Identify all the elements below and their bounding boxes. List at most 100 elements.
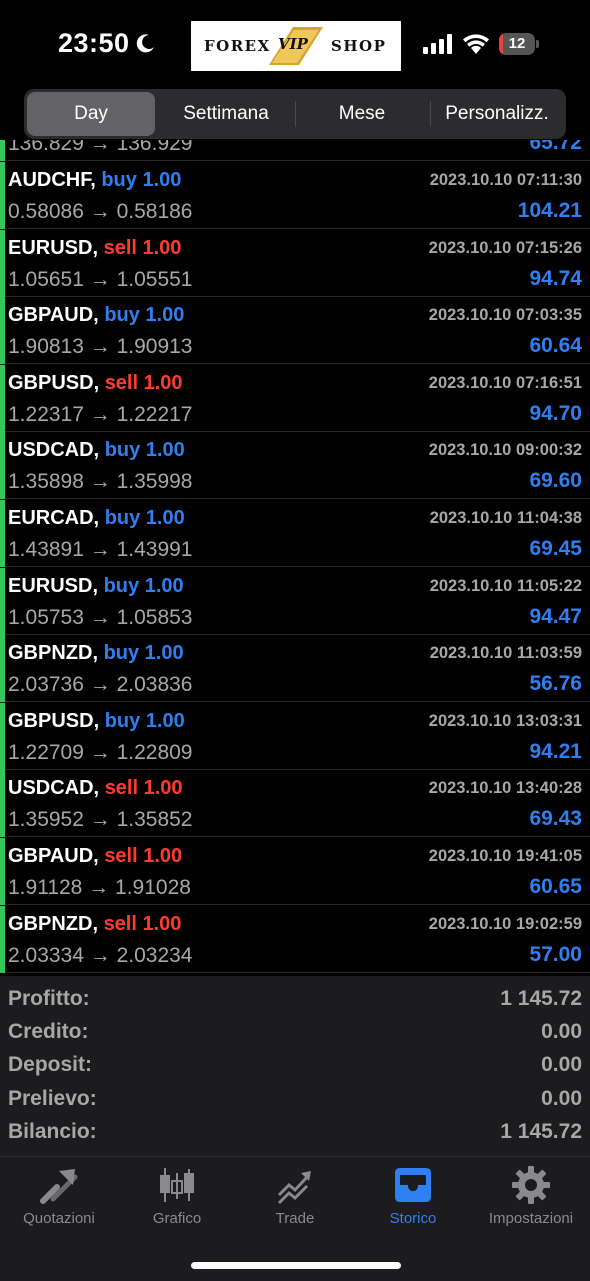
account-summary: Profitto: 1 145.72 Credito: 0.00 Deposit: 0.0… [0,976,590,1156]
table-row[interactable]: AUDCHF, buy 1.00 2023.10.10 07:11:30 0.580… [0,162,590,229]
trade-prices: 1.05753 → 1.05853 [8,605,193,629]
symbol-name: USDCAD, [8,439,100,462]
trade-symbol: GBPNZD, buy 1.00 [8,642,184,665]
profit-indicator-bar [0,162,5,229]
summary-line: Bilancio: 1 145.72 [0,1117,590,1150]
table-row[interactable]: USDCAD, sell 1.00 2023.10.10 13:40:28 1.35… [0,770,590,838]
table-row[interactable]: EURUSD, sell 1.00 2023.10.10 07:15:26 1.05… [0,229,590,297]
table-row[interactable]: GBPAUD, buy 1.00 2023.10.10 07:03:35 1.908… [0,297,590,365]
summary-line: Credito: 0.00 [0,1017,590,1050]
tab-settimana[interactable]: Settimana [159,92,293,136]
trade-datetime: 2023.10.10 07:03:35 [428,306,582,325]
symbol-name: USDCAD, [8,777,100,800]
battery-tip [536,40,539,48]
table-row[interactable]: USDCAD, buy 1.00 2023.10.10 09:00:32 1.358… [0,432,590,500]
trade-side: sell 1.00 [104,845,183,867]
profit-indicator-bar [0,364,5,432]
trade-prices: 1.05651 → 1.05551 [8,267,193,291]
tab-mese[interactable]: Mese [296,92,428,136]
signal-icon [423,34,452,54]
tab-quotazioni[interactable]: Quotazioni [0,1157,118,1237]
trade-datetime: 2023.10.10 13:03:31 [428,711,582,730]
symbol-name: EURCAD, [8,507,100,529]
summary-label: Credito: [8,1020,89,1044]
trade-datetime: 2023.10.10 07:11:30 [429,171,582,189]
tab-grafico[interactable]: Grafico [118,1157,236,1237]
trade-side: buy 1.00 [104,439,185,462]
trade-profit: 60.64 [529,334,582,358]
symbol-name: GBPUSD, [8,371,100,394]
summary-label: Bilancio: [8,1119,97,1143]
settings-icon [512,1166,550,1204]
tab-impostazioni[interactable]: Impostazioni [472,1157,590,1237]
profit-indicator-bar [0,770,5,838]
trade-profit: 104.21 [517,199,582,222]
table-row[interactable]: GBPNZD, buy 1.00 2023.10.10 11:03:59 2.037… [0,635,590,703]
trade-side: buy 1.00 [104,709,185,732]
tab-label: Quotazioni [23,1210,95,1227]
trade-profit: 94.74 [529,266,582,290]
table-row[interactable]: GBPNZD, sell 1.00 2023.10.10 19:02:59 2.03… [0,905,590,973]
trade-symbol: USDCAD, sell 1.00 [8,777,183,800]
battery-level: 12 [508,35,526,52]
profit-indicator-bar [0,140,5,161]
wifi-icon [463,34,489,54]
trade-profit: 69.43 [529,807,582,831]
table-row[interactable]: 136.829 → 136.929 65.72 [0,140,590,161]
table-row[interactable]: GBPUSD, buy 1.00 2023.10.10 13:03:31 1.227… [0,702,590,770]
table-row[interactable]: GBPAUD, sell 1.00 2023.10.10 19:41:05 1.91… [0,838,590,905]
trade-prices: 2.03334 → 2.03234 [8,943,193,967]
trade-profit: 69.60 [529,469,582,493]
trade-prices: 1.91128 → 1.91028 [8,876,191,899]
symbol-name: GBPUSD, [8,709,100,732]
history-icon [395,1168,431,1202]
summary-value: 0.00 [541,1020,582,1044]
profit-indicator-bar [0,500,5,567]
trade-side: buy 1.00 [104,304,185,327]
chart-icon [160,1168,194,1202]
trade-datetime: 2023.10.10 11:05:22 [429,576,582,595]
table-row[interactable]: GBPUSD, sell 1.00 2023.10.10 07:16:51 1.22… [0,364,590,432]
trade-datetime: 2023.10.10 13:40:28 [428,779,582,798]
trade-datetime: 2023.10.10 11:03:59 [429,644,582,663]
trade-side: buy 1.00 [101,169,182,191]
trade-symbol: EURUSD, buy 1.00 [8,575,184,598]
trade-symbol: GBPNZD, sell 1.00 [8,913,181,936]
trade-side: buy 1.00 [103,642,184,665]
summary-label: Prelievo: [8,1086,97,1110]
trade-profit: 94.47 [529,604,582,628]
tab-day[interactable]: Day [27,92,155,136]
profit-indicator-bar [0,635,5,703]
trade-profit: 94.70 [529,401,582,425]
trade-prices: 1.22709 → 1.22809 [8,740,193,764]
trade-datetime: 2023.10.10 07:16:51 [428,373,582,392]
summary-value: 1 145.72 [500,1119,582,1143]
tab-personalizz[interactable]: Personalizz. [431,92,563,136]
tab-storico[interactable]: Storico [354,1157,472,1237]
trade-side: buy 1.00 [103,574,184,597]
status-time: 23:50 [58,28,130,58]
home-indicator[interactable] [191,1262,401,1269]
trade-history-list[interactable]: 136.829 → 136.929 65.72 AUDCHF, buy 1.00… [0,140,590,976]
table-row[interactable]: EURUSD, buy 1.00 2023.10.10 11:05:22 1.057… [0,567,590,635]
table-row[interactable]: EURCAD, buy 1.00 2023.10.10 11:04:38 1.438… [0,500,590,567]
trade-prices: 136.829 → 136.929 [8,140,193,155]
trade-symbol: USDCAD, buy 1.00 [8,439,185,462]
quotes-icon [40,1169,78,1204]
summary-label: Profitto: [8,987,90,1010]
tab-trade[interactable]: Trade [236,1157,354,1237]
profit-indicator-bar [0,297,5,365]
trade-profit: 56.76 [529,672,582,696]
logo-text-vip: VIP [278,35,308,53]
trade-side: sell 1.00 [103,912,182,935]
period-segmented-control: Day Settimana Mese Personalizz. [24,89,566,139]
profit-indicator-bar [0,432,5,500]
summary-value: 0.00 [541,1086,582,1110]
summary-line: Profitto: 1 145.72 [0,984,590,1017]
trade-profit: 65.72 [529,140,582,154]
symbol-name: GBPNZD, [8,642,98,665]
trade-symbol: GBPUSD, sell 1.00 [8,372,183,395]
trade-prices: 1.90813 → 1.90913 [8,335,193,359]
symbol-name: GBPNZD, [8,912,98,935]
symbol-name: EURUSD, [8,236,99,259]
